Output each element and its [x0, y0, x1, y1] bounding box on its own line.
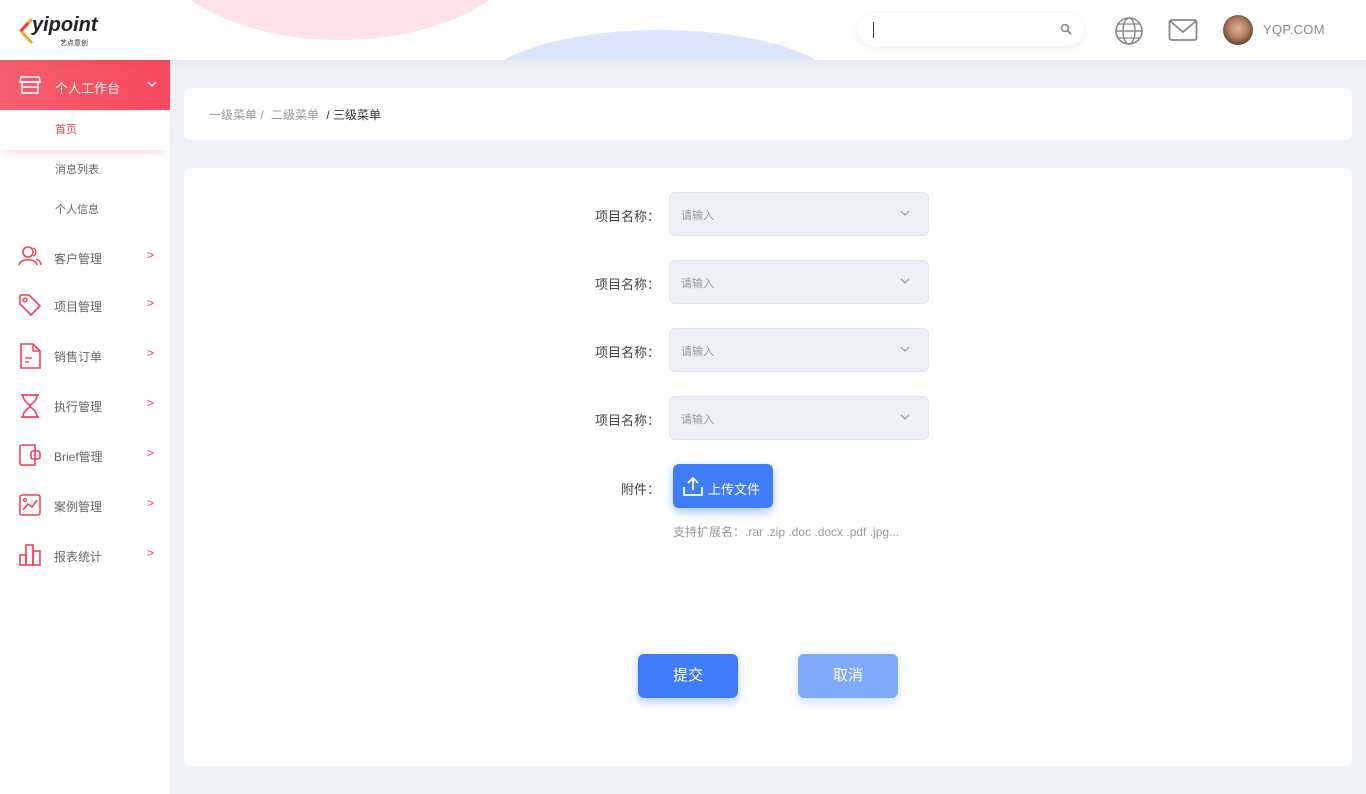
chevron-right-icon: >	[147, 248, 155, 262]
sidebar-subitem-profile[interactable]: 个人信息	[0, 190, 170, 230]
breadcrumb-level2[interactable]: 二级菜单	[271, 108, 319, 122]
sidebar-item-label: 执行管理	[54, 400, 103, 414]
avatar[interactable]	[1223, 15, 1253, 45]
project-name-select[interactable]: 请输入	[669, 260, 929, 304]
upload-label: 上传文件	[708, 482, 761, 497]
select-placeholder: 请输入	[681, 278, 714, 290]
sidebar-item-label: 案例管理	[54, 500, 103, 514]
breadcrumb-level1[interactable]: 一级菜单 /	[209, 108, 264, 122]
form-card: 项目名称： 请输入 项目名称： 请输入 项目名称： 请输入 项目名称： 请输入 …	[184, 168, 1352, 766]
upload-file-button[interactable]: 上传文件	[673, 464, 773, 508]
hourglass-icon	[21, 394, 39, 418]
sidebar-item-sales-orders[interactable]: 销售订单 >	[0, 335, 170, 375]
file-extension-hint: 支持扩展名：.rar .zip .doc .docx .pdf .jpg...	[673, 525, 900, 539]
sidebar-item-cases[interactable]: 案例管理 >	[0, 485, 170, 525]
globe-icon[interactable]	[1114, 16, 1144, 46]
sidebar-group-workspace[interactable]: 个人工作台	[0, 60, 170, 110]
logo-text: yipoint	[32, 14, 98, 36]
sidebar-item-label: 销售订单	[54, 350, 103, 364]
select-placeholder: 请输入	[681, 414, 714, 426]
breadcrumb-level3: / 三级菜单	[326, 108, 382, 122]
logo-subtitle: 艺点意创	[60, 40, 88, 47]
cancel-button[interactable]: 取消	[798, 654, 898, 698]
upload-icon	[683, 476, 703, 496]
project-name-select[interactable]: 请输入	[669, 192, 929, 236]
sidebar-item-execution[interactable]: 执行管理 >	[0, 385, 170, 425]
chevron-right-icon: >	[147, 546, 155, 560]
sidebar-group-label: 个人工作台	[55, 81, 121, 96]
breadcrumb: 一级菜单 / 二级菜单 / 三级菜单	[209, 106, 385, 123]
text-cursor	[873, 22, 874, 38]
sidebar-item-reports[interactable]: 报表统计 >	[0, 535, 170, 575]
account-name[interactable]: YQP.COM	[1263, 22, 1325, 37]
mail-icon[interactable]	[1168, 18, 1198, 42]
bar-chart-icon	[19, 544, 41, 566]
sidebar-subitem-home[interactable]: 首页	[0, 110, 170, 150]
sidebar-item-label: Brief管理	[54, 450, 103, 464]
wallet-icon	[19, 444, 41, 466]
sidebar-item-customers[interactable]: 客户管理 >	[0, 237, 170, 277]
chevron-down-icon	[900, 346, 910, 352]
breadcrumb-card: 一级菜单 / 二级菜单 / 三级菜单	[184, 88, 1352, 140]
users-icon	[18, 246, 42, 266]
project-name-select[interactable]: 请输入	[669, 396, 929, 440]
chevron-down-icon	[900, 414, 910, 420]
image-chart-icon	[19, 494, 41, 516]
field-label: 项目名称：	[594, 413, 660, 428]
form-row: 项目名称： 请输入	[184, 192, 1352, 236]
chevron-down-icon	[900, 278, 910, 284]
form-row: 项目名称： 请输入	[184, 328, 1352, 372]
form-row: 项目名称： 请输入	[184, 396, 1352, 440]
attachment-label: 附件：	[620, 482, 660, 497]
project-name-select[interactable]: 请输入	[669, 328, 929, 372]
store-icon	[19, 76, 41, 94]
sidebar-subitem-messages[interactable]: 消息列表	[0, 150, 170, 190]
chevron-right-icon: >	[147, 296, 155, 310]
top-header: yipoint 艺点意创 YQP.COM	[0, 0, 1366, 60]
chevron-right-icon: >	[147, 446, 155, 460]
select-placeholder: 请输入	[681, 210, 714, 222]
sidebar-item-projects[interactable]: 项目管理 >	[0, 285, 170, 325]
search-icon[interactable]	[1060, 23, 1072, 35]
chevron-down-icon	[900, 210, 910, 216]
chevron-right-icon: >	[147, 346, 155, 360]
field-label: 项目名称：	[594, 277, 660, 292]
tag-icon	[19, 294, 42, 317]
chevron-down-icon	[147, 81, 157, 88]
form-row: 项目名称： 请输入	[184, 260, 1352, 304]
header-decoration-pink	[150, 0, 530, 40]
document-icon	[20, 343, 41, 369]
chevron-right-icon: >	[147, 496, 155, 510]
sidebar: 个人工作台 首页 消息列表 个人信息 客户管理 > 项目管理 > 销售订单 > …	[0, 60, 170, 794]
logo[interactable]: yipoint 艺点意创	[18, 14, 98, 48]
header-decoration-blue	[480, 30, 840, 60]
chevron-right-icon: >	[147, 396, 155, 410]
sidebar-item-label: 报表统计	[54, 550, 103, 564]
sidebar-item-label: 项目管理	[54, 300, 103, 314]
search-input[interactable]	[858, 14, 1084, 46]
sidebar-item-brief[interactable]: Brief管理 >	[0, 435, 170, 475]
submit-button[interactable]: 提交	[638, 654, 738, 698]
field-label: 项目名称：	[594, 345, 660, 360]
select-placeholder: 请输入	[681, 346, 714, 358]
field-label: 项目名称：	[594, 209, 660, 224]
sidebar-item-label: 客户管理	[54, 252, 103, 266]
